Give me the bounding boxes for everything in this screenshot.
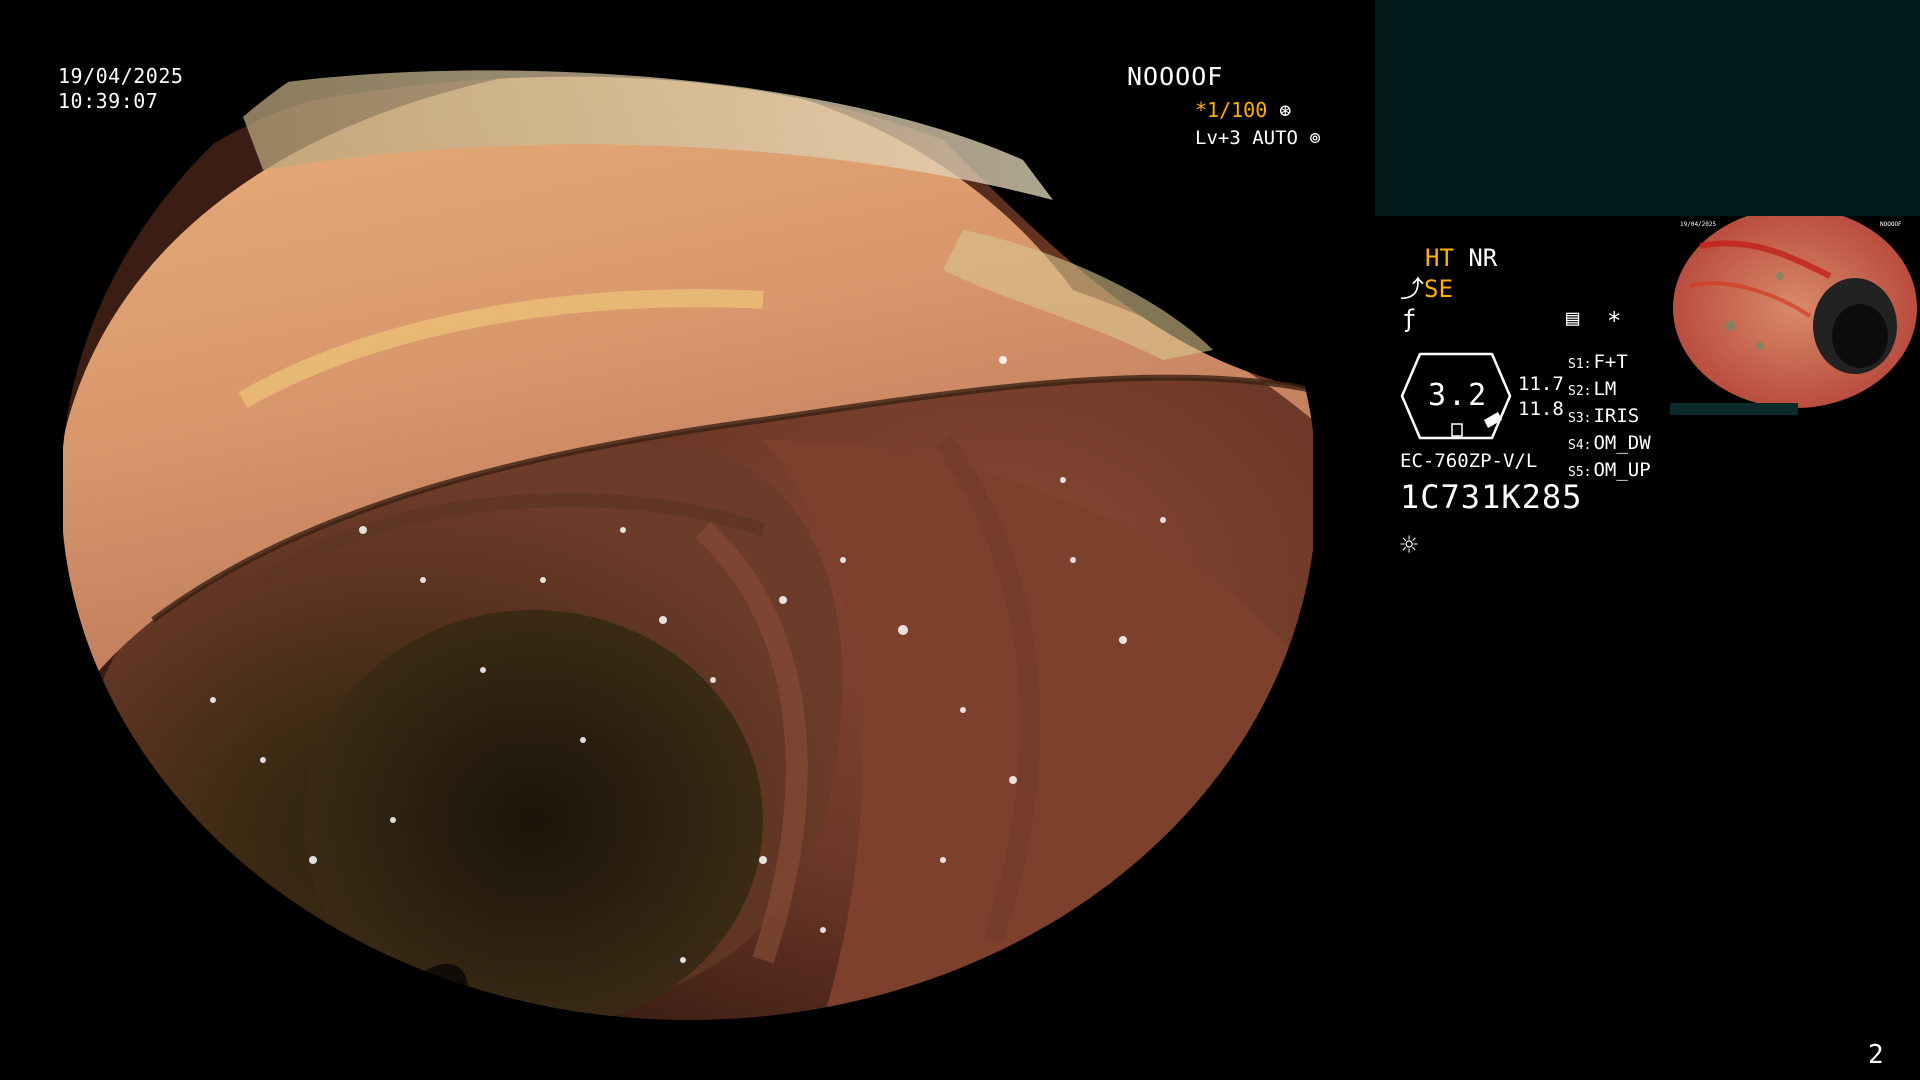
setting-value: OM_DW [1593, 432, 1651, 454]
gauge-readouts: 11.7 11.8 [1518, 372, 1564, 422]
memo-icon: ▤ [1566, 306, 1580, 331]
gauge-lower: 11.8 [1518, 398, 1564, 420]
mode-se: SE [1424, 275, 1453, 303]
setting-key: S3: [1568, 411, 1592, 426]
endoscope-image [63, 60, 1313, 1020]
scope-model: EC-760ZP-V/L [1400, 450, 1538, 472]
iris-icon: ⊚ [1309, 127, 1321, 149]
shutter-speed: *1/100 [1195, 98, 1268, 122]
thumbnail-image: 19/04/2025 NOOOOF [1670, 216, 1920, 410]
switch-settings: S1: F+T S2: LM S3: IRIS S4: OM_DW S5: OM_UP [1568, 350, 1651, 485]
svg-text:NOOOOF: NOOOOF [1880, 221, 1902, 228]
setting-value: F+T [1593, 351, 1628, 373]
endoscope-view [63, 60, 1313, 1020]
brightness-level-row: Lv+3 AUTO ⊚ [1195, 127, 1321, 149]
brightness-icon: ☼ [1400, 528, 1419, 563]
thumbnail-status-bar [1670, 403, 1798, 415]
svg-text:19/04/2025: 19/04/2025 [1680, 221, 1717, 228]
mode-nr: NR [1468, 244, 1498, 272]
aperture-icon: ⊛ [1279, 98, 1292, 122]
setting-row: S4: OM_DW [1568, 431, 1651, 458]
setting-row: S3: IRIS [1568, 404, 1651, 431]
setting-row: S2: LM [1568, 377, 1651, 404]
thumbnail-endoscope-image: 19/04/2025 NOOOOF [1673, 216, 1917, 408]
mode-row-1: HT NR [1425, 243, 1497, 274]
gauge-upper: 11.7 [1518, 373, 1564, 395]
exam-datetime: 19/04/2025 10:39:07 [58, 64, 183, 114]
setting-value: IRIS [1593, 405, 1640, 427]
mode-row-2: ⤴SE [1400, 274, 1453, 305]
patient-id: NOOOOF [1127, 62, 1224, 91]
setting-value: LM [1593, 378, 1617, 400]
shutter-speed-row: *1/100 ⊛ [1195, 98, 1291, 122]
filter-icon: ƒ [1402, 305, 1417, 333]
setting-key: S2: [1568, 384, 1592, 399]
setting-key: S4: [1568, 438, 1592, 453]
preview-area [1375, 0, 1920, 216]
setting-key: S1: [1568, 357, 1592, 372]
exam-date: 19/04/2025 [58, 64, 184, 88]
mode-ht: HT [1425, 244, 1454, 272]
scope-serial: 1C731K285 [1400, 478, 1583, 516]
exam-time: 10:39:07 [58, 89, 159, 113]
page-number: 2 [1868, 1040, 1884, 1070]
setting-value: OM_UP [1593, 459, 1651, 481]
zoom-value: 3.2 [1428, 378, 1489, 413]
brightness-level: Lv+3 AUTO [1195, 127, 1298, 149]
star-marker: * [1607, 307, 1622, 335]
structure-enhance-icon: ⤴ [1400, 275, 1424, 303]
setting-row: S1: F+T [1568, 350, 1651, 377]
